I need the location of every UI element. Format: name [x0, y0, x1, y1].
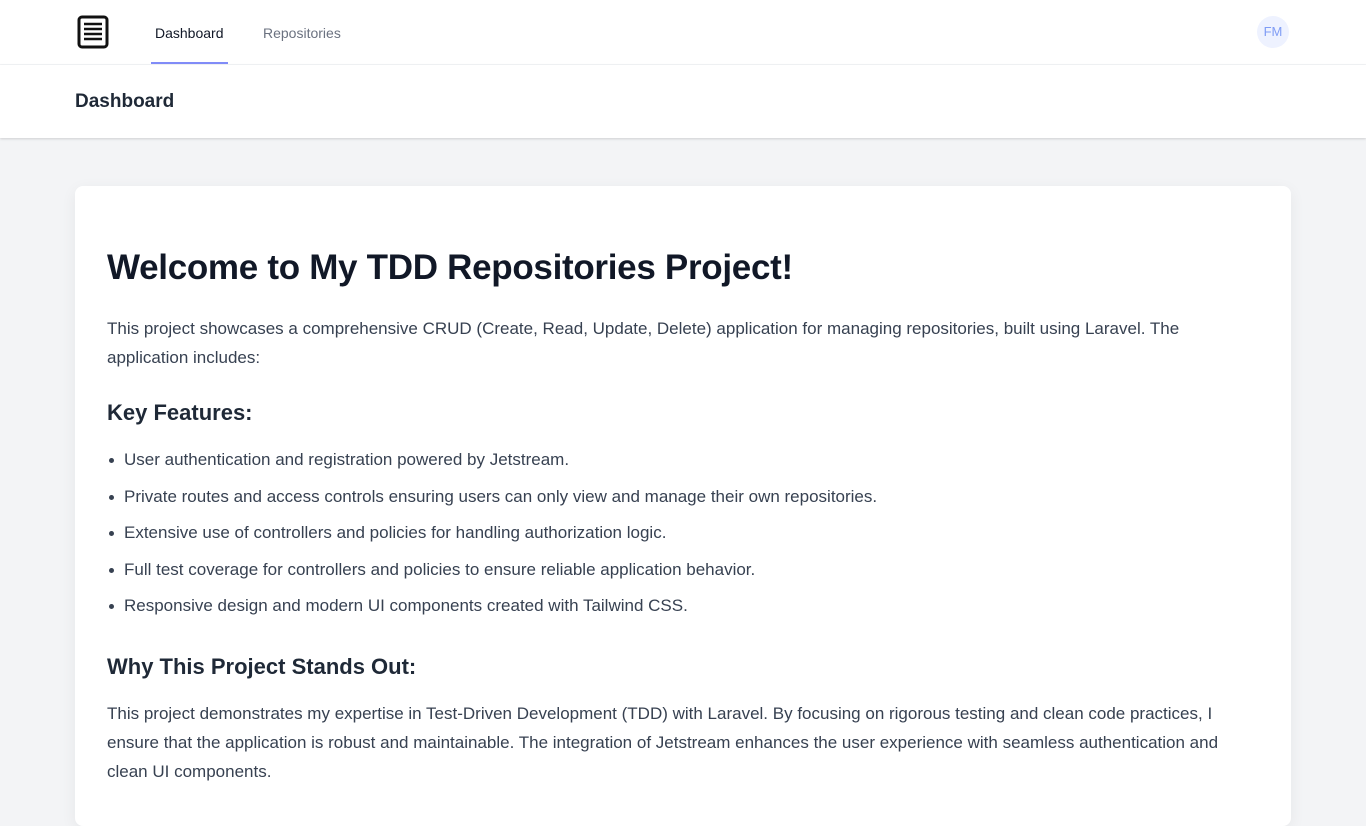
bullet-icon	[109, 567, 114, 573]
user-avatar[interactable]: FM	[1257, 16, 1289, 48]
nav-link-repositories[interactable]: Repositories	[259, 0, 345, 64]
bullet-icon	[109, 494, 114, 500]
feature-text: Private routes and access controls ensur…	[124, 486, 878, 506]
feature-text: Responsive design and modern UI componen…	[124, 596, 688, 615]
features-heading: Key Features:	[107, 400, 253, 425]
nav-link-dashboard[interactable]: Dashboard	[151, 0, 228, 64]
bullet-icon	[109, 531, 114, 536]
feature-item: User authentication and registration pow…	[107, 448, 877, 485]
why-heading: Why This Project Stands Out:	[107, 654, 417, 679]
bullet-icon	[109, 458, 114, 463]
feature-item: Full test coverage for controllers and p…	[107, 558, 877, 595]
features-list: User authentication and registration pow…	[107, 448, 877, 631]
feature-text: Full test coverage for controllers and p…	[124, 559, 756, 579]
page-header: Dashboard	[0, 65, 1366, 138]
feature-item: Private routes and access controls ensur…	[107, 485, 877, 522]
feature-text: User authentication and registration pow…	[124, 450, 570, 469]
page-title: Dashboard	[75, 91, 175, 112]
welcome-card: Welcome to My TDD Repositories Project! …	[75, 186, 1291, 826]
welcome-heading: Welcome to My TDD Repositories Project!	[107, 248, 793, 287]
bullet-icon	[109, 604, 114, 609]
feature-item: Extensive use of controllers and policie…	[107, 521, 877, 558]
feature-text: Extensive use of controllers and policie…	[124, 523, 667, 542]
intro-paragraph: This project showcases a comprehensive C…	[107, 319, 1180, 367]
feature-item: Responsive design and modern UI componen…	[107, 594, 877, 631]
why-paragraph: This project demonstrates my expertise i…	[107, 704, 1219, 781]
app-logo-icon[interactable]	[76, 15, 110, 49]
top-navigation: Dashboard Repositories FM	[0, 0, 1366, 65]
